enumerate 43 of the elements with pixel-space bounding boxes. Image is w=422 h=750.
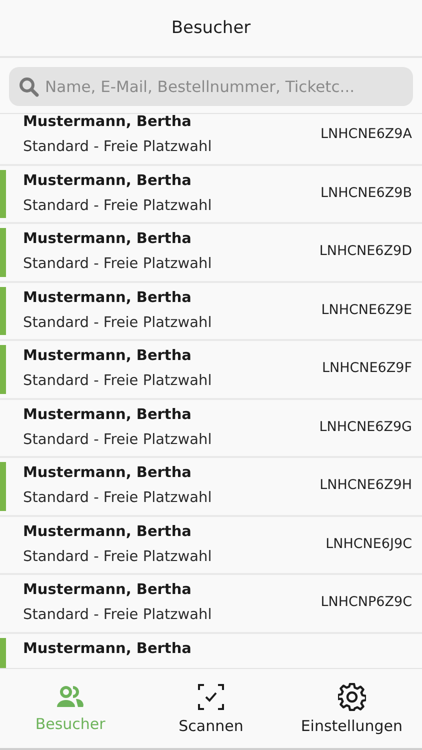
visitor-row[interactable]: Mustermann, Bertha Standard - Freie Platzwahl LNHCNE6Z9B bbox=[0, 166, 422, 224]
visitor-name: Mustermann, Bertha bbox=[23, 348, 192, 365]
screen-title: Besucher bbox=[171, 18, 251, 38]
people-icon bbox=[55, 684, 86, 708]
ticket-type: Standard - Freie Platzwahl bbox=[23, 430, 213, 448]
ticket-code: LNHCNE6Z9E bbox=[321, 300, 413, 318]
visitor-name: Mustermann, Bertha bbox=[23, 524, 192, 540]
search-icon bbox=[19, 76, 39, 96]
visitor-name: Mustermann, Bertha bbox=[23, 172, 192, 190]
ticket-type: Standard - Freie Platzwahl bbox=[23, 138, 213, 156]
search-input[interactable]: Name, E-Mail, Bestellnummer, Ticketc... bbox=[45, 78, 403, 96]
visitor-row[interactable]: Mustermann, Bertha Standard - Freie Platzwahl LNHCNE6Z9G bbox=[0, 400, 422, 458]
tab-button[interactable]: Scannen bbox=[140, 669, 282, 748]
ticket-code: LNHCNE6Z9A bbox=[320, 125, 413, 142]
ticket-type: Standard - Freie Platzwahl bbox=[23, 548, 213, 566]
ticket-type: Standard - Freie Platzwahl bbox=[23, 196, 213, 214]
visitor-name: Mustermann, Bertha bbox=[23, 114, 192, 131]
visitor-name: Mustermann, Bertha bbox=[23, 406, 192, 424]
settings-icon bbox=[338, 682, 366, 710]
ticket-code: LNHCNE6Z9G bbox=[319, 418, 413, 434]
visitor-row[interactable]: Mustermann, Bertha bbox=[0, 634, 422, 668]
ticket-type: Standard - Freie Platzwahl bbox=[23, 372, 213, 390]
ticket-type: Standard - Freie Platzwahl bbox=[23, 314, 213, 332]
ticket-type: Standard - Freie Platzwahl bbox=[23, 489, 213, 507]
visitor-row[interactable]: Mustermann, Bertha Standard - Freie Platzwahl LNHCNE6Z9A bbox=[0, 114, 422, 166]
ticket-code: LNHCNE6Z9B bbox=[320, 184, 413, 200]
visitor-name: Mustermann, Bertha bbox=[23, 640, 192, 658]
ticket-type: Standard - Freie Platzwahl bbox=[23, 255, 213, 273]
visitor-row[interactable]: Mustermann, Bertha Standard - Freie Platzwahl LNHCNE6J9C bbox=[0, 516, 422, 575]
search-field[interactable]: Name, E-Mail, Bestellnummer, Ticketc... bbox=[9, 67, 413, 106]
visitor-row[interactable]: Mustermann, Bertha Standard - Freie Platzwahl LNHCNE6Z9E bbox=[0, 282, 422, 341]
ticket-code: LNHCNE6J9C bbox=[326, 534, 413, 552]
visitor-name: Mustermann, Bertha bbox=[23, 231, 192, 248]
ticket-type: Standard - Freie Platzwahl bbox=[23, 606, 213, 624]
ticket-code: LNHCNE6Z9D bbox=[319, 242, 413, 259]
scan-frame-icon bbox=[197, 682, 225, 710]
ticket-code: LNHCNE6Z9H bbox=[320, 476, 413, 493]
ticket-code: LNHCNP6Z9C bbox=[320, 593, 413, 610]
ticket-code: LNHCNE6Z9F bbox=[322, 359, 413, 376]
visitor-name: Mustermann, Bertha bbox=[23, 582, 192, 599]
visitor-name: Mustermann, Bertha bbox=[23, 465, 192, 482]
visitor-name: Mustermann, Bertha bbox=[23, 290, 192, 306]
tab-button[interactable]: Einstellungen bbox=[281, 669, 422, 748]
